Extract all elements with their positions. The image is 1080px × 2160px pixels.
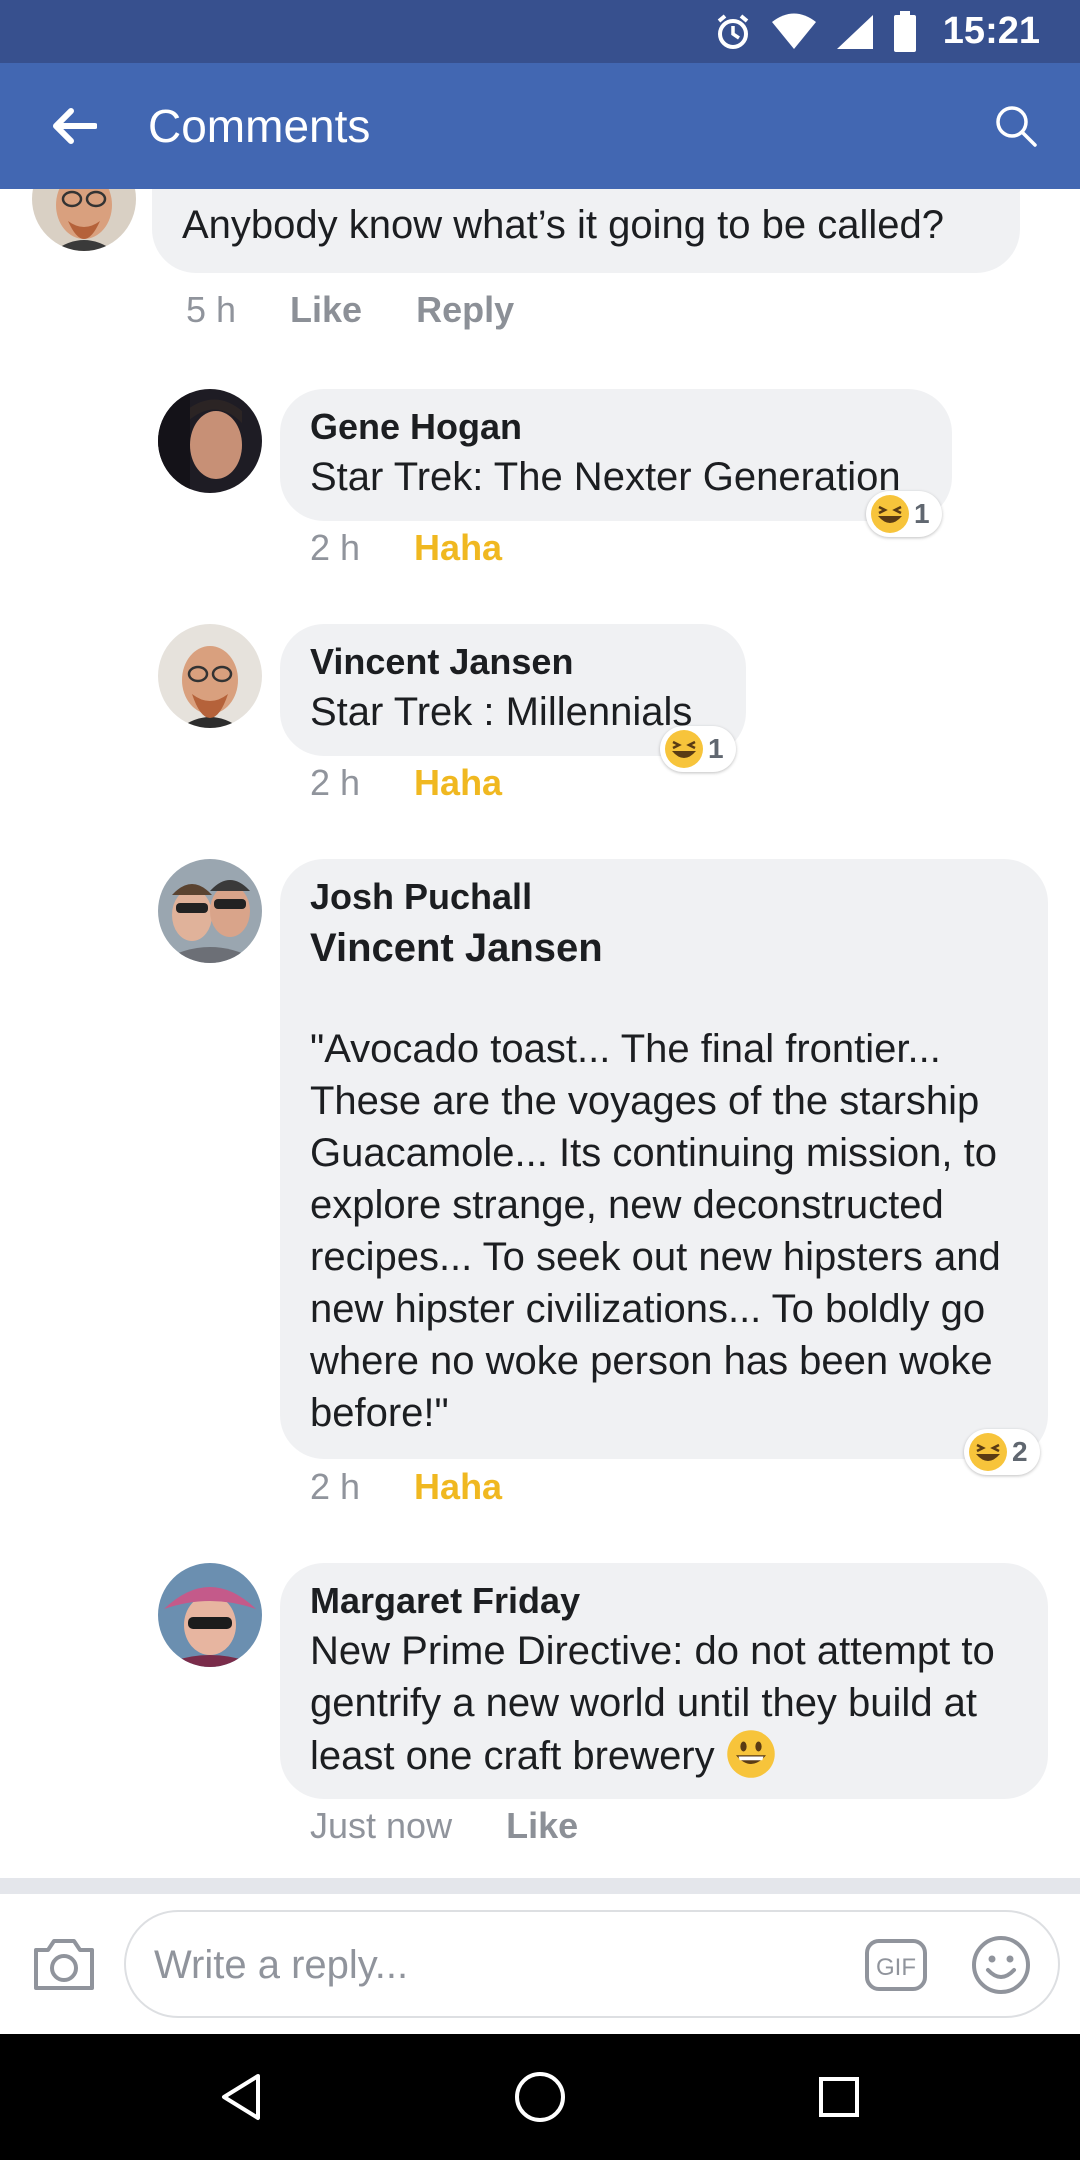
comment-author[interactable]: Josh Puchall — [310, 873, 1018, 921]
search-button[interactable] — [986, 96, 1046, 156]
system-nav-bar — [0, 2034, 1080, 2160]
grinning-emoji-icon — [727, 1730, 775, 1778]
like-button[interactable]: Like — [506, 1805, 578, 1847]
divider — [0, 1878, 1080, 1894]
comment-author[interactable]: Gene Hogan — [310, 403, 922, 451]
mention-link[interactable]: Vincent Jansen — [310, 921, 1018, 975]
comment-text: New Prime Directive: do not attempt to g… — [310, 1625, 1018, 1782]
comment: Vincent Jansen Anybody know what’s it go… — [0, 189, 1080, 339]
like-button[interactable]: Like — [290, 289, 362, 331]
reply-box: GIF — [124, 1910, 1060, 2018]
reply-composer: GIF — [0, 1894, 1080, 2034]
status-time: 15:21 — [942, 10, 1040, 52]
gif-label: GIF — [876, 1954, 916, 1981]
laughing-emoji-icon — [969, 1433, 1007, 1471]
comment-bubble[interactable]: Margaret Friday New Prime Directive: do … — [280, 1563, 1048, 1799]
avatar[interactable] — [158, 1563, 262, 1667]
comment-time: 5 h — [186, 289, 237, 330]
avatar[interactable] — [158, 389, 262, 493]
comment-text-body: New Prime Directive: do not attempt to g… — [310, 1629, 1006, 1778]
battery-icon — [893, 10, 916, 52]
nav-back-icon — [222, 2074, 260, 2120]
status-bar: 15:21 — [0, 0, 1080, 63]
comment-actions: 2 h Haha — [310, 762, 502, 804]
comment-time: Just now — [310, 1805, 453, 1846]
laughing-emoji-icon — [871, 495, 909, 533]
comment-time: 2 h — [310, 527, 361, 568]
emoji-button[interactable] — [970, 1934, 1032, 1996]
search-icon — [996, 106, 1037, 147]
camera-icon — [34, 1939, 94, 1990]
reply-button[interactable]: Reply — [416, 289, 514, 331]
comment-actions: 5 h Like Reply — [186, 289, 514, 331]
comments-list: Vincent Jansen Anybody know what’s it go… — [0, 189, 1080, 1879]
reaction-button[interactable]: Haha — [414, 1466, 502, 1508]
signal-icon — [836, 14, 873, 49]
reaction-count: 1 — [708, 733, 724, 764]
comment-author[interactable]: Vincent Jansen — [182, 189, 990, 199]
laughing-emoji-icon — [665, 730, 703, 768]
comment-bubble[interactable]: Gene Hogan Star Trek: The Nexter Generat… — [280, 389, 952, 521]
app-bar: Comments — [0, 63, 1080, 189]
comment-actions: 2 h Haha — [310, 527, 502, 569]
nav-recents-button[interactable] — [806, 2064, 872, 2130]
comment-actions: Just now Like — [310, 1805, 578, 1847]
reaction-summary[interactable]: 2 — [964, 1429, 1040, 1475]
alarm-icon — [717, 13, 749, 49]
comment-bubble[interactable]: Vincent Jansen Anybody know what’s it go… — [152, 189, 1020, 273]
comment-author[interactable]: Vincent Jansen — [310, 638, 716, 686]
camera-button[interactable] — [30, 1930, 98, 1998]
nav-home-button[interactable] — [507, 2064, 573, 2130]
comment-text: "Avocado toast... The final frontier... … — [310, 1027, 1012, 1435]
comment-text: Anybody know what’s it going to be calle… — [182, 203, 944, 247]
gif-icon: GIF — [865, 1939, 927, 1991]
smiley-icon — [972, 1936, 1030, 1994]
comment-text: Star Trek: The Nexter Generation — [310, 455, 901, 499]
page-title: Comments — [148, 100, 371, 152]
comment-text: Star Trek : Millennials — [310, 690, 693, 734]
back-button[interactable] — [44, 96, 104, 156]
comment-time: 2 h — [310, 762, 361, 803]
nav-recents-icon — [819, 2077, 859, 2117]
status-icons: 15:21 — [713, 0, 1040, 63]
nav-back-button[interactable] — [208, 2064, 274, 2130]
reaction-summary[interactable]: 1 — [660, 726, 736, 772]
avatar[interactable] — [32, 189, 136, 251]
reaction-count: 1 — [914, 498, 930, 529]
reaction-button[interactable]: Haha — [414, 762, 502, 804]
gif-button[interactable]: GIF — [864, 1938, 928, 1992]
reply-input[interactable] — [152, 1912, 856, 2018]
reaction-button[interactable]: Haha — [414, 527, 502, 569]
avatar[interactable] — [158, 859, 262, 963]
wifi-icon — [771, 13, 816, 49]
reaction-count: 2 — [1012, 1436, 1028, 1467]
avatar[interactable] — [158, 624, 262, 728]
comment-author[interactable]: Margaret Friday — [310, 1577, 1018, 1625]
nav-home-icon — [515, 2072, 565, 2122]
reaction-summary[interactable]: 1 — [866, 491, 942, 537]
comment-bubble[interactable]: Josh Puchall Vincent Jansen "Avocado toa… — [280, 859, 1048, 1459]
comment-actions: 2 h Haha — [310, 1466, 502, 1508]
back-arrow-icon — [53, 108, 97, 144]
comment-time: 2 h — [310, 1466, 361, 1507]
